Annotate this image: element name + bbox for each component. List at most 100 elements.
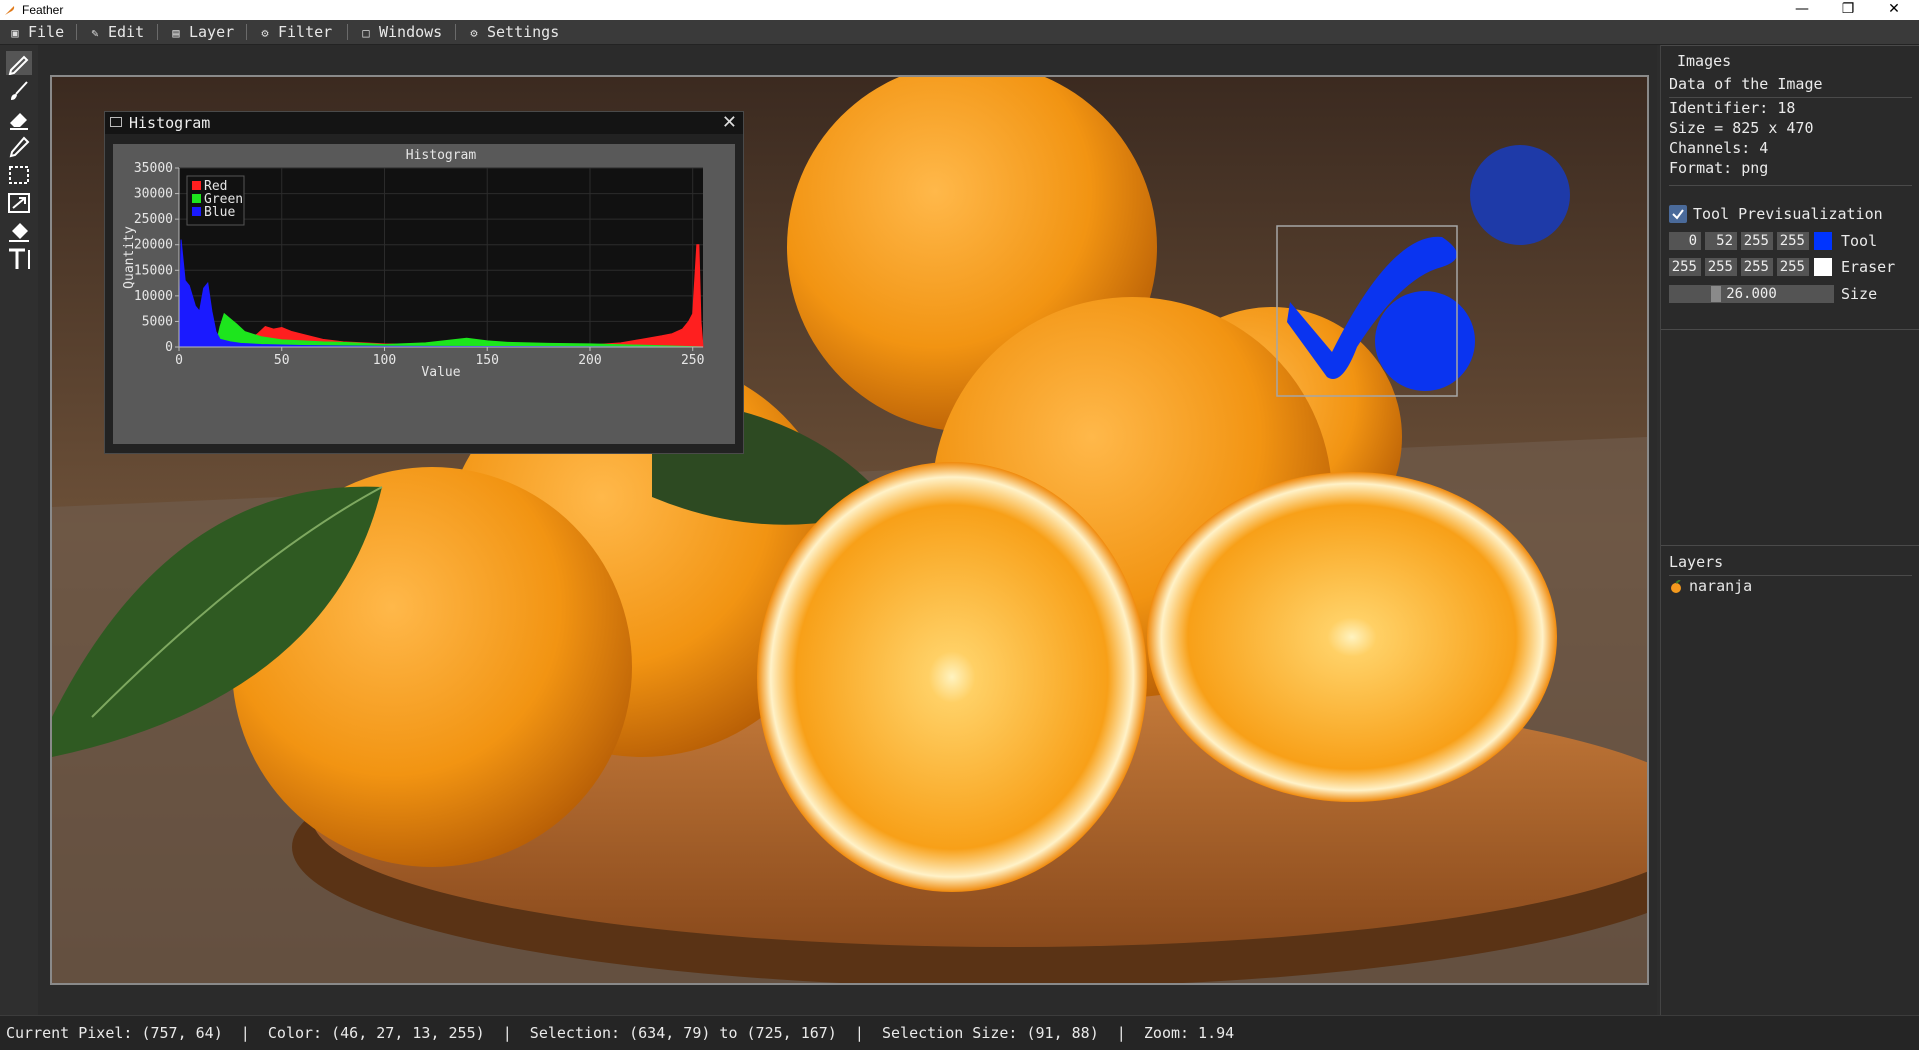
legend-swatch-red [192, 181, 201, 190]
menu-layer[interactable]: ▤ Layer [169, 23, 234, 41]
menu-file[interactable]: ▣ File [8, 23, 64, 41]
eyedropper-icon [9, 136, 30, 158]
image-data-title: Data of the Image [1669, 75, 1823, 93]
size-slider[interactable]: 26.000 [1669, 285, 1834, 303]
histogram-plot: 0 50 100 150 200 250 0 5000 10000 15000 20000 25000… [113, 144, 735, 444]
image-channels: Channels: 4 [1669, 139, 1769, 157]
minimize-button[interactable]: — [1780, 0, 1824, 20]
menu-edit[interactable]: ✎ Edit [88, 23, 144, 41]
status-text: Current Pixel: (757, 64) | Color: (46, 2… [6, 1024, 1235, 1042]
menu-windows[interactable]: □ Windows [359, 23, 442, 41]
menu-filter[interactable]: ⚙ Filter [258, 23, 332, 41]
tool-previsualization-checkbox[interactable] [1669, 205, 1687, 223]
images-panel-title: Images [1677, 52, 1732, 70]
restore-button[interactable]: ❐ [1826, 0, 1870, 20]
text-tool[interactable] [6, 247, 32, 271]
menu-file-label: File [28, 23, 65, 41]
windows-icon: □ [362, 26, 370, 40]
y-tick-label: 35000 [134, 161, 173, 176]
eraser-color-b[interactable]: 255 [1741, 258, 1773, 276]
tool-color-swatch[interactable] [1814, 232, 1832, 250]
image-format: Format: png [1669, 159, 1769, 177]
tool-previsualization-label: Tool Previsualization [1693, 205, 1883, 223]
histogram-chart: 0 50 100 150 200 250 0 5000 10000 15000 20000 25000… [122, 148, 704, 380]
eraser-color-a[interactable]: 255 [1777, 258, 1809, 276]
tool-color-g[interactable]: 52 [1705, 232, 1737, 250]
feather-app-icon [5, 6, 15, 15]
resize-icon [8, 193, 30, 213]
resize-tool[interactable] [6, 191, 32, 215]
pencil-icon [8, 55, 29, 76]
brush-tool[interactable] [6, 79, 32, 103]
right-panel: Images Data of the Image Identifier: 18 … [1660, 45, 1919, 1015]
menu-separator [246, 24, 247, 40]
menu-separator [455, 24, 456, 40]
y-tick-label: 0 [165, 340, 173, 355]
layer-icon: ▤ [172, 26, 180, 40]
menu-separator [157, 24, 158, 40]
x-tick-label: 250 [681, 353, 704, 368]
settings-icon: ⚙ [470, 26, 478, 40]
tool-color-label: Tool [1841, 232, 1878, 250]
selection-rect-icon [9, 166, 29, 184]
eraser-color-r[interactable]: 255 [1669, 258, 1701, 276]
x-tick-label: 0 [175, 353, 183, 368]
histogram-window-title: Histogram [129, 114, 211, 132]
tool-color-b[interactable]: 255 [1741, 232, 1773, 250]
eraser-tool[interactable] [6, 107, 32, 131]
layer-name: naranja [1689, 577, 1753, 595]
panel-divider [1661, 329, 1919, 330]
fill-tool[interactable] [6, 219, 32, 243]
plot-background [179, 168, 703, 347]
panel-divider [1661, 45, 1919, 46]
image-identifier: Identifier: 18 [1669, 99, 1796, 117]
window-titlebar: Feather — ❐ ✕ [0, 0, 1919, 20]
panel-divider [1661, 545, 1919, 546]
menu-edit-label: Edit [108, 23, 145, 41]
menu-windows-label: Windows [379, 23, 443, 41]
y-tick-label: 30000 [134, 187, 173, 202]
eraser-color-label: Eraser [1841, 258, 1896, 276]
y-tick-label: 20000 [134, 238, 173, 253]
size-slider-value: 26.000 [1726, 286, 1777, 302]
chart-title: Histogram [406, 148, 477, 163]
y-axis-label: Quantity [122, 226, 137, 289]
text-tool-icon [9, 248, 30, 269]
panel-divider [1669, 185, 1912, 186]
menu-filter-label: Filter [278, 23, 333, 41]
brush-icon [11, 81, 28, 100]
menu-separator [347, 24, 348, 40]
y-tick-label: 5000 [142, 314, 173, 329]
window-title: Feather [22, 3, 64, 17]
x-tick-label: 100 [373, 353, 396, 368]
histogram-window[interactable]: Histogram ✕ 0 50 100 150 200 250 0 5000 10000 150… [104, 111, 744, 454]
panel-divider [1669, 97, 1912, 98]
tool-palette [0, 45, 38, 1015]
rect-select-tool[interactable] [6, 163, 32, 187]
status-bar: Current Pixel: (757, 64) | Color: (46, 2… [0, 1015, 1919, 1050]
tool-color-a[interactable]: 255 [1777, 232, 1809, 250]
y-tick-label: 25000 [134, 212, 173, 227]
file-icon: ▣ [11, 26, 19, 40]
eyedropper-tool[interactable] [6, 135, 32, 159]
eraser-icon [10, 113, 28, 130]
close-window-button[interactable]: ✕ [1872, 0, 1916, 20]
eraser-color-swatch[interactable] [1814, 258, 1832, 276]
legend-swatch-green [192, 194, 201, 203]
layers-panel-title: Layers [1669, 553, 1724, 571]
menu-settings-label: Settings [487, 23, 560, 41]
pencil-tool[interactable] [6, 51, 32, 76]
legend-label-blue: Blue [204, 205, 235, 220]
eraser-color-g[interactable]: 255 [1705, 258, 1737, 276]
y-tick-label: 10000 [134, 289, 173, 304]
tool-color-r[interactable]: 0 [1669, 232, 1701, 250]
histogram-titlebar[interactable]: Histogram ✕ [105, 112, 743, 134]
menu-settings[interactable]: ⚙ Settings [467, 23, 559, 41]
edit-icon: ✎ [91, 26, 99, 40]
layer-item[interactable]: naranja [1669, 577, 1912, 597]
window-icon [110, 117, 122, 127]
x-tick-label: 200 [578, 353, 601, 368]
filter-icon: ⚙ [261, 26, 269, 40]
panel-divider [1669, 575, 1912, 576]
close-histogram-button[interactable]: ✕ [722, 112, 737, 133]
